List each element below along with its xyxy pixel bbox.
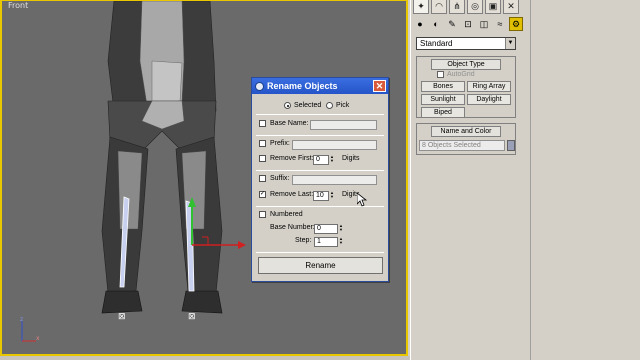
- suffix-input[interactable]: [292, 175, 377, 185]
- rename-button[interactable]: Rename: [258, 257, 383, 274]
- object-type-rollout: Object Type AutoGrid Bones Ring Array Su…: [416, 56, 516, 118]
- numbered-checkbox[interactable]: Numbered: [259, 211, 303, 218]
- helpers-icon[interactable]: ◫: [477, 17, 491, 31]
- base-name-checkbox[interactable]: Base Name:: [259, 120, 309, 127]
- step-label: Step:: [295, 237, 312, 244]
- dialog-titlebar[interactable]: Rename Objects: [252, 78, 388, 94]
- step-spinner[interactable]: 1: [314, 237, 338, 247]
- biped-button[interactable]: Biped: [421, 107, 465, 118]
- base-name-input[interactable]: [310, 120, 377, 130]
- remove-first-spinner[interactable]: 0: [313, 155, 329, 165]
- command-panel-empty-area: [530, 0, 640, 360]
- spacewarps-icon[interactable]: ≈: [493, 17, 507, 31]
- cameras-icon[interactable]: ⊡: [461, 17, 475, 31]
- suffix-label: Suffix:: [270, 175, 290, 182]
- shapes-icon[interactable]: ◐: [429, 17, 443, 31]
- daylight-button[interactable]: Daylight: [467, 94, 511, 105]
- category-dropdown[interactable]: Standard ▼: [416, 37, 516, 50]
- modify-tab-icon[interactable]: ◠: [431, 0, 447, 14]
- divider: [256, 170, 384, 171]
- remove-first-unit: Digits: [342, 155, 360, 162]
- remove-first-spinner-arrows[interactable]: ▲ ▼: [329, 155, 335, 165]
- selected-radio-icon[interactable]: [284, 102, 291, 109]
- display-tab-icon[interactable]: ▣: [485, 0, 501, 14]
- prefix-checkbox[interactable]: Prefix:: [259, 140, 290, 147]
- name-and-color-rollout: Name and Color 8 Objects Selected: [416, 123, 516, 155]
- systems-icon[interactable]: ⚙: [509, 17, 523, 31]
- prefix-input[interactable]: [292, 140, 377, 150]
- object-name-field[interactable]: 8 Objects Selected: [419, 140, 505, 151]
- prefix-label: Prefix:: [270, 140, 290, 147]
- remove-first-checkbox-box[interactable]: [259, 155, 266, 162]
- remove-last-checkbox-box[interactable]: ✓: [259, 191, 266, 198]
- create-tab-icon[interactable]: ✦: [413, 0, 429, 14]
- prefix-checkbox-box[interactable]: [259, 140, 266, 147]
- svg-text:⊠: ⊠: [188, 312, 196, 322]
- remove-last-spinner-arrows[interactable]: ▲ ▼: [329, 191, 335, 201]
- autogrid-box[interactable]: [437, 71, 444, 78]
- svg-text:z: z: [20, 316, 23, 323]
- divider: [256, 252, 384, 253]
- base-name-checkbox-box[interactable]: [259, 120, 266, 127]
- remove-last-checkbox[interactable]: ✓ Remove Last:: [259, 191, 313, 198]
- base-number-spinner-arrows[interactable]: ▲ ▼: [338, 224, 344, 234]
- sunlight-button[interactable]: Sunlight: [421, 94, 465, 105]
- divider: [256, 135, 384, 136]
- chevron-down-icon[interactable]: ▼: [505, 38, 515, 49]
- step-spinner-arrows[interactable]: ▲ ▼: [338, 237, 344, 247]
- utilities-tab-icon[interactable]: ✕: [503, 0, 519, 14]
- selected-radio-label: Selected: [294, 102, 322, 109]
- svg-text:⊠: ⊠: [118, 312, 126, 322]
- dialog-app-icon: [255, 81, 264, 91]
- mouse-cursor-icon: [357, 193, 367, 207]
- close-icon[interactable]: ✕: [373, 80, 386, 92]
- remove-first-checkbox[interactable]: Remove First:: [259, 155, 314, 162]
- base-number-spinner[interactable]: 0: [314, 224, 338, 234]
- suffix-checkbox-box[interactable]: [259, 175, 266, 182]
- object-color-swatch[interactable]: [507, 140, 515, 151]
- pick-radio-label: Pick: [336, 102, 350, 109]
- svg-text:x: x: [36, 335, 40, 342]
- command-panel: [410, 0, 530, 360]
- name-and-color-header[interactable]: Name and Color: [431, 126, 501, 137]
- app-window: Front ⊠ ⊠ z x ✦ ◠ ⋔ ◎ ▣ ✕ ● ◐ ✎ ⊡ ◫ ≈ ⚙ …: [0, 0, 640, 360]
- base-number-label: Base Number:: [270, 224, 315, 231]
- autogrid-checkbox[interactable]: AutoGrid: [437, 71, 475, 78]
- base-name-label: Base Name:: [270, 120, 309, 127]
- numbered-checkbox-box[interactable]: [259, 211, 266, 218]
- divider: [256, 114, 384, 115]
- bones-button[interactable]: Bones: [421, 81, 465, 92]
- autogrid-label: AutoGrid: [447, 71, 475, 78]
- category-dropdown-value: Standard: [420, 39, 453, 48]
- scope-pick-radio[interactable]: Pick: [326, 102, 349, 109]
- scope-selected-radio[interactable]: Selected: [284, 102, 321, 109]
- remove-first-label: Remove First:: [270, 155, 314, 162]
- hierarchy-tab-icon[interactable]: ⋔: [449, 0, 465, 14]
- rename-objects-dialog: Rename Objects ✕ Selected Pick Base Name…: [251, 77, 389, 282]
- lights-icon[interactable]: ✎: [445, 17, 459, 31]
- motion-tab-icon[interactable]: ◎: [467, 0, 483, 14]
- remove-last-label: Remove Last:: [270, 191, 314, 198]
- numbered-label: Numbered: [270, 211, 303, 218]
- command-panel-tabs: ✦ ◠ ⋔ ◎ ▣ ✕: [413, 0, 528, 14]
- dialog-title: Rename Objects: [267, 81, 338, 91]
- suffix-checkbox[interactable]: Suffix:: [259, 175, 289, 182]
- pick-radio-icon[interactable]: [326, 102, 333, 109]
- ring-array-button[interactable]: Ring Array: [467, 81, 511, 92]
- geometry-icon[interactable]: ●: [413, 17, 427, 31]
- remove-last-spinner[interactable]: 10: [313, 191, 329, 201]
- object-type-header[interactable]: Object Type: [431, 59, 501, 70]
- create-subcategories: ● ◐ ✎ ⊡ ◫ ≈ ⚙: [413, 17, 528, 33]
